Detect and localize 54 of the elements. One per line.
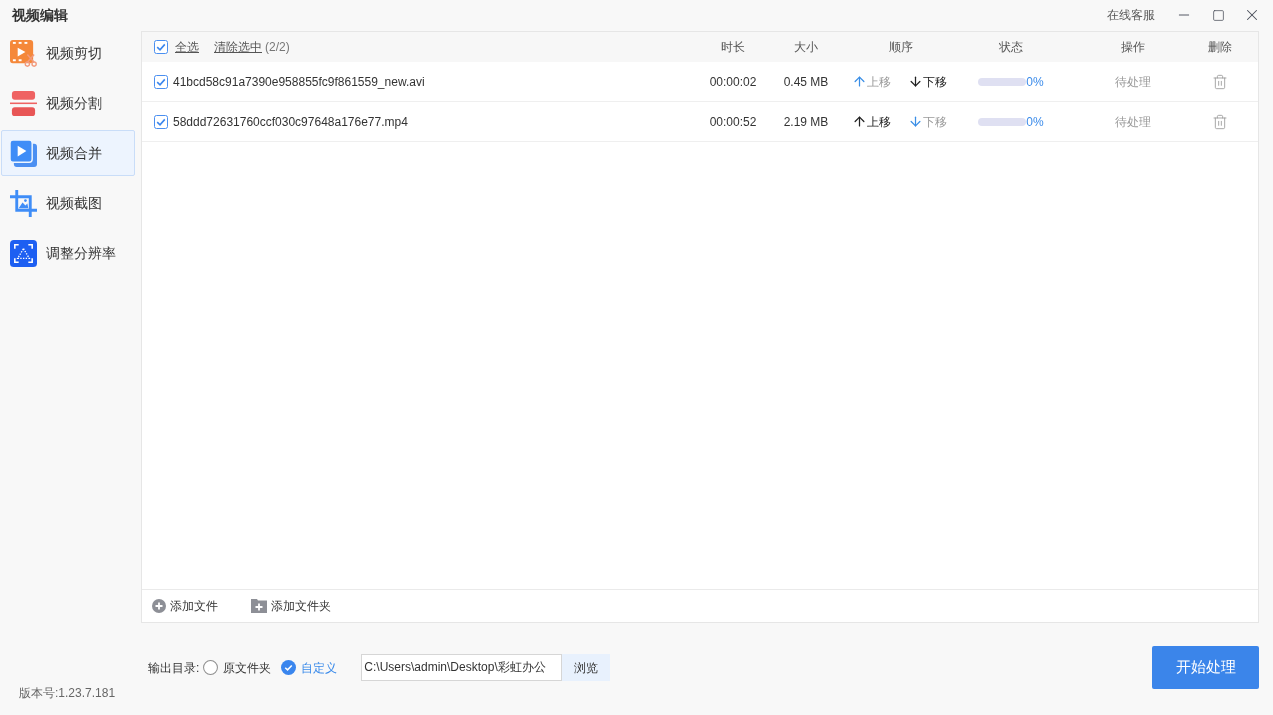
sidebar-item[interactable]: 视频合并 xyxy=(1,130,135,176)
crop-image-icon xyxy=(10,189,37,217)
plus-square-icon xyxy=(251,599,267,613)
checkbox[interactable] xyxy=(154,74,168,89)
radio-button[interactable] xyxy=(281,660,297,675)
window-title: 视频编辑 xyxy=(12,5,68,25)
split-bars-icon xyxy=(10,89,37,117)
radio-label: 自定义 xyxy=(301,659,338,677)
column-header: 操作 xyxy=(1121,39,1145,56)
duration-cell-text: 00:00:02 xyxy=(709,73,757,91)
size-cell-text: 0.45 MB xyxy=(783,73,829,91)
sidebar-item[interactable]: 视频剪切 xyxy=(1,30,135,76)
file-name: 58ddd72631760ccf030c97648a176e77.mp4 xyxy=(173,113,408,131)
column-header: 顺序 xyxy=(889,39,913,56)
radio-button[interactable] xyxy=(203,660,219,675)
move-up-button[interactable]: 上移 xyxy=(852,112,891,131)
arrow-down-icon xyxy=(908,114,923,129)
plus-circle-icon xyxy=(152,599,166,613)
progress-percent: 0% xyxy=(1026,73,1044,91)
path-field[interactable]: C:\Users\admin\Desktop\彩虹办公 xyxy=(361,654,563,681)
status-label: 待处理 xyxy=(1115,73,1151,91)
output-label: 输出目录: xyxy=(148,659,200,677)
selection-count: (2/2) xyxy=(265,39,290,56)
file-name: 41bcd58c91a7390e958855fc9f861559_new.avi xyxy=(173,73,425,91)
duration-cell-text: 00:00:52 xyxy=(709,113,757,131)
start-button[interactable]: 开始处理 xyxy=(1152,646,1259,689)
resolution-icon xyxy=(10,239,37,267)
column-header: 状态 xyxy=(999,39,1023,56)
radio-label: 原文件夹 xyxy=(223,659,272,677)
sidebar-item[interactable]: 视频截图 xyxy=(1,180,135,226)
film-scissors-icon xyxy=(10,39,37,67)
support-link[interactable]: 在线客服 xyxy=(1107,6,1155,24)
browse-button[interactable]: 浏览 xyxy=(562,654,611,681)
column-header: 删除 xyxy=(1208,39,1232,56)
trash-icon[interactable] xyxy=(1212,113,1228,130)
column-header: 时长 xyxy=(721,39,745,56)
arrow-down-icon xyxy=(908,74,923,89)
sidebar-item[interactable]: 视频分割 xyxy=(1,80,135,126)
progress-percent: 0% xyxy=(1026,113,1044,131)
checkbox[interactable] xyxy=(154,114,168,129)
size-cell-text: 2.19 MB xyxy=(783,113,829,131)
column-header: 大小 xyxy=(794,39,818,56)
move-down-button[interactable]: 下移 xyxy=(908,72,947,91)
clear-selection-link[interactable]: 清除选中 xyxy=(214,38,262,56)
add-folder-button[interactable]: 添加文件夹 xyxy=(251,597,331,615)
status-label: 待处理 xyxy=(1115,113,1151,131)
trash-icon[interactable] xyxy=(1212,73,1228,90)
play-stack-icon xyxy=(10,139,37,167)
add-file-button[interactable]: 添加文件 xyxy=(152,597,218,615)
select-all-link[interactable]: 全选 xyxy=(175,38,199,56)
sidebar-item[interactable]: 调整分辨率 xyxy=(1,230,135,276)
version-label: 版本号:1.23.7.181 xyxy=(18,685,117,702)
maximize-icon[interactable] xyxy=(1211,8,1225,22)
checkbox[interactable] xyxy=(154,40,168,54)
